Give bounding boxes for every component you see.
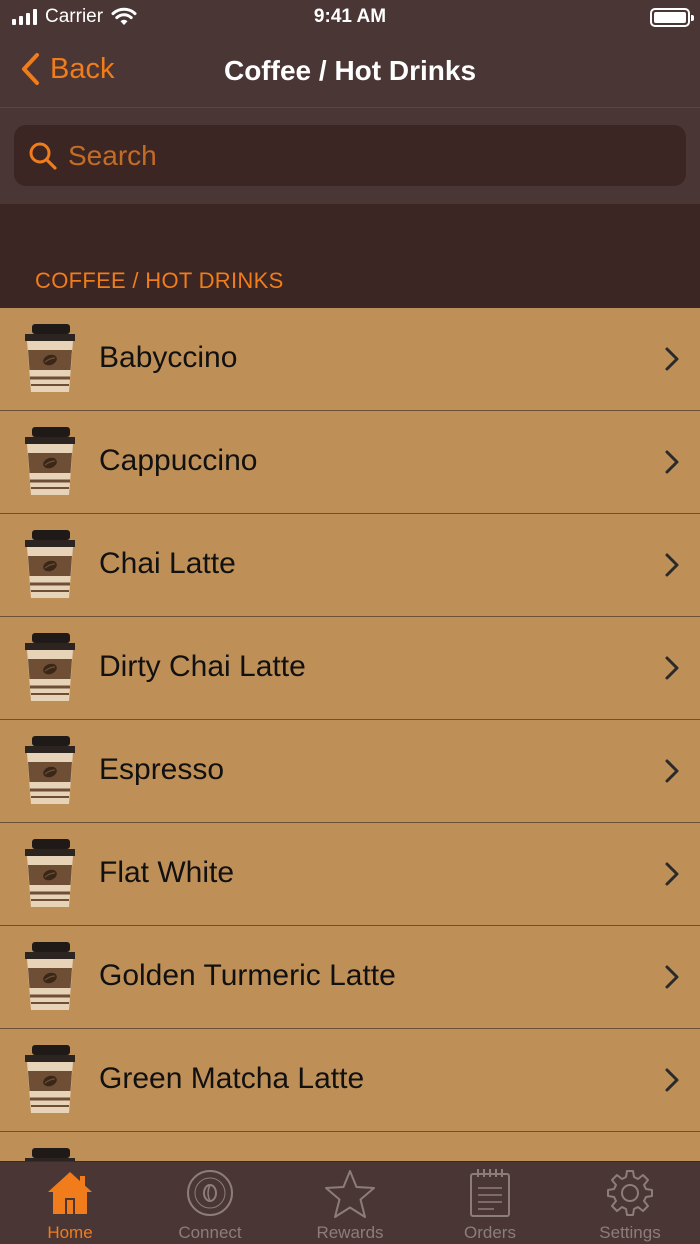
notepad-icon xyxy=(470,1169,510,1217)
status-time: 9:41 AM xyxy=(313,6,387,27)
list-item-label: Flat White xyxy=(99,856,235,889)
list-item-label: Golden Turmeric Latte xyxy=(99,959,396,992)
tab-orders[interactable]: Orders xyxy=(420,1162,560,1244)
search-input[interactable]: Search xyxy=(14,125,686,186)
chevron-right-icon xyxy=(664,655,680,686)
list-item[interactable]: Green Matcha Latte xyxy=(0,1029,700,1132)
coffee-cup-icon xyxy=(22,631,78,710)
chevron-right-icon xyxy=(664,1067,680,1098)
coffee-cup-icon xyxy=(22,425,78,504)
home-icon xyxy=(48,1172,92,1214)
section-header: COFFEE / HOT DRINKS xyxy=(0,204,700,308)
coffee-cup-icon xyxy=(22,322,78,401)
chevron-right-icon xyxy=(664,346,680,377)
tab-home-label: Home xyxy=(47,1223,93,1242)
coffee-cup-icon xyxy=(22,940,78,1019)
gear-icon xyxy=(607,1170,653,1216)
list-item[interactable]: Dirty Chai Latte xyxy=(0,617,700,720)
tab-connect-label: Connect xyxy=(178,1223,242,1242)
search-placeholder: Search xyxy=(68,139,157,171)
coffee-cup-icon xyxy=(22,1043,78,1122)
tab-settings-label: Settings xyxy=(599,1223,661,1242)
list-item[interactable]: Flat White xyxy=(0,823,700,926)
list-item-label: Dirty Chai Latte xyxy=(99,650,306,683)
tab-orders-label: Orders xyxy=(464,1223,516,1242)
list-item[interactable]: Golden Turmeric Latte xyxy=(0,926,700,1029)
tab-connect[interactable]: Connect xyxy=(140,1162,280,1244)
list-item-label: Babyccino xyxy=(99,341,238,374)
status-bar: Carrier 9:41 AM xyxy=(0,0,700,36)
tab-bar: Home Connect Rewards Orders Settings xyxy=(0,1161,700,1244)
tab-rewards-label: Rewards xyxy=(316,1223,384,1242)
navigation-bar: Back Coffee / Hot Drinks xyxy=(0,36,700,108)
search-area: Search xyxy=(0,108,700,204)
coffee-cup-icon xyxy=(22,837,78,916)
list-item-label: Green Matcha Latte xyxy=(99,1062,365,1095)
chevron-right-icon xyxy=(664,964,680,995)
list-item[interactable]: Cappuccino xyxy=(0,411,700,514)
list-item[interactable]: Chai Latte xyxy=(0,514,700,617)
drink-list[interactable]: Babyccino Cappuccino Chai Latte Dirty Chai … xyxy=(0,308,700,1161)
tab-settings[interactable]: Settings xyxy=(560,1162,700,1244)
list-item[interactable]: Espresso xyxy=(0,720,700,823)
list-item-label: Espresso xyxy=(99,753,225,786)
list-item[interactable] xyxy=(0,1132,700,1161)
battery-icon xyxy=(650,8,694,27)
tab-home[interactable]: Home xyxy=(0,1162,140,1244)
list-item-label: Chai Latte xyxy=(99,547,236,580)
search-icon xyxy=(29,142,57,170)
star-icon xyxy=(325,1170,375,1218)
coffee-cup-icon xyxy=(22,734,78,813)
section-title: COFFEE / HOT DRINKS xyxy=(35,268,284,293)
coffee-cup-icon xyxy=(22,528,78,607)
tab-rewards[interactable]: Rewards xyxy=(280,1162,420,1244)
chevron-right-icon xyxy=(664,861,680,892)
list-item-label: Cappuccino xyxy=(99,444,258,477)
page-title: Coffee / Hot Drinks xyxy=(223,55,477,86)
coffee-cup-icon xyxy=(22,1146,78,1161)
list-item[interactable]: Babyccino xyxy=(0,308,700,411)
bean-table-logo-icon xyxy=(187,1170,233,1216)
chevron-right-icon xyxy=(664,449,680,480)
chevron-right-icon xyxy=(664,552,680,583)
chevron-right-icon xyxy=(664,758,680,789)
